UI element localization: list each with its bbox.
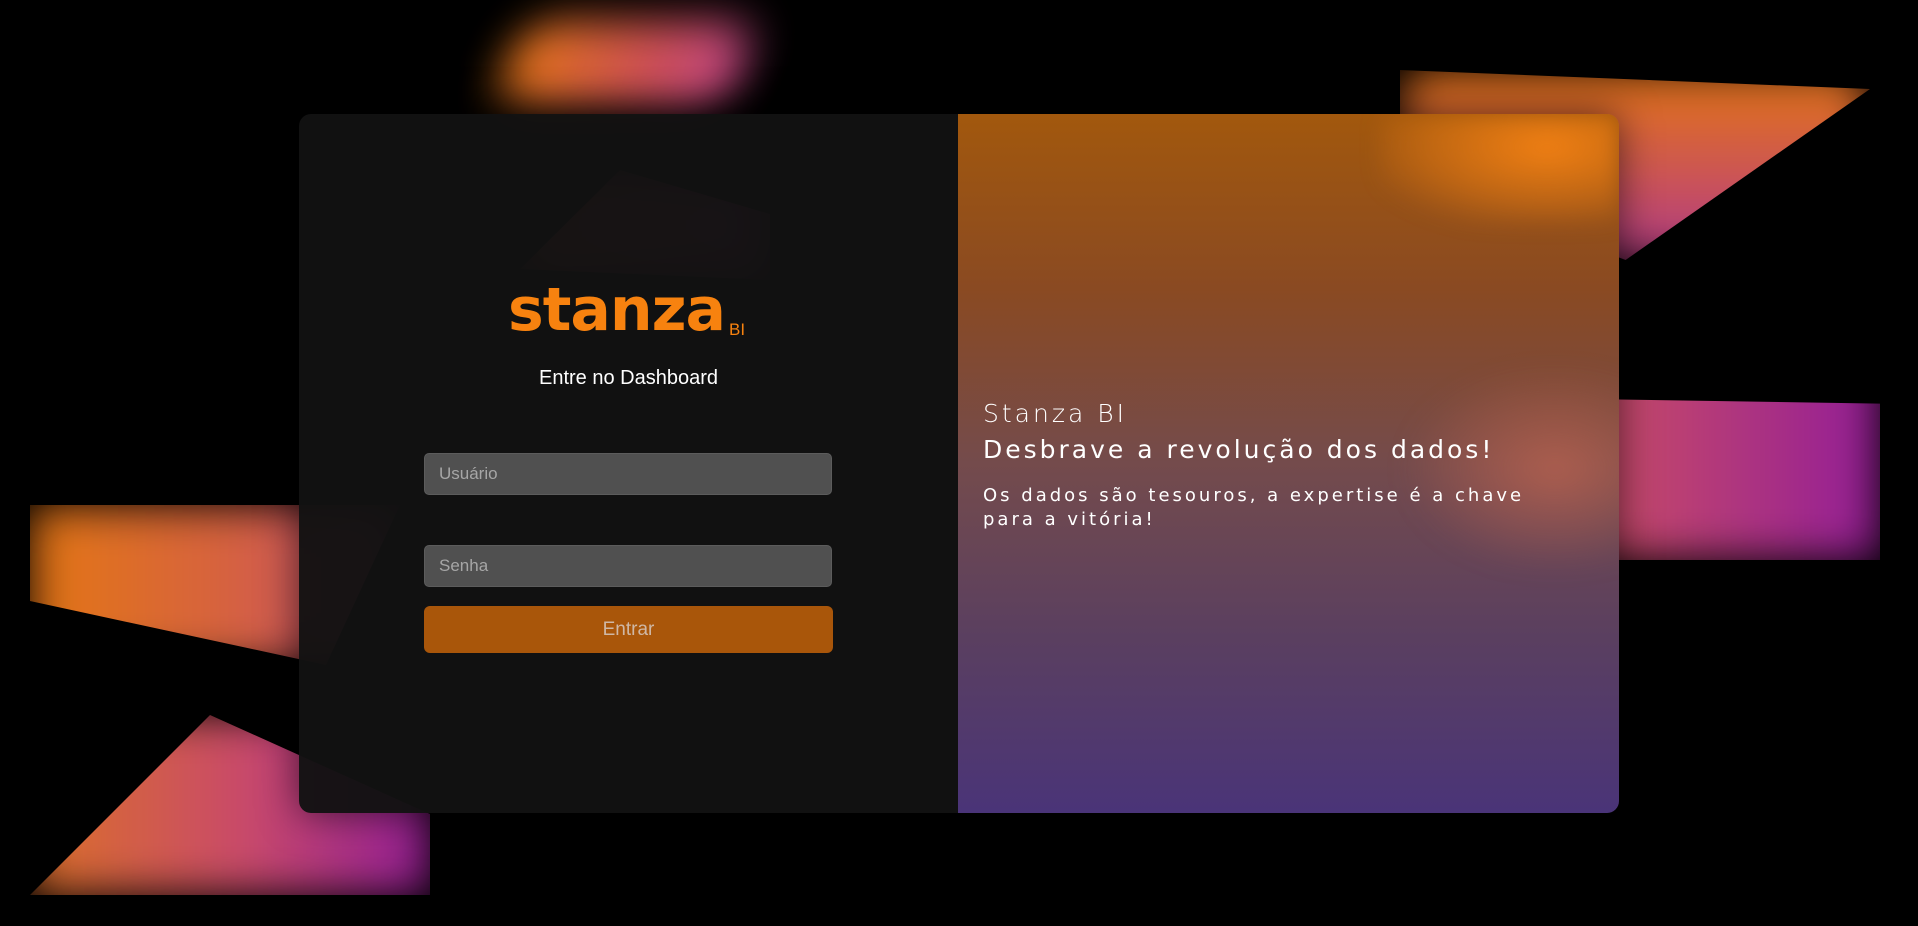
stanza-logo: stanza BI (508, 270, 745, 340)
promo-brand: Stanza BI (983, 399, 1127, 428)
username-input[interactable] (424, 453, 832, 495)
promo-text: Stanza BI Desbrave a revolução dos dados… (983, 396, 1573, 532)
promo-panel: Stanza BI Desbrave a revolução dos dados… (958, 114, 1619, 813)
password-input[interactable] (424, 545, 832, 587)
login-button[interactable]: Entrar (424, 606, 833, 653)
promo-slogan: Desbrave a revolução dos dados! (983, 435, 1495, 464)
login-card: stanza BI Entre no Dashboard Entrar Stan… (299, 114, 1619, 813)
logo-wordmark: stanza (508, 275, 726, 345)
login-panel: stanza BI Entre no Dashboard Entrar (299, 114, 958, 813)
promo-description: Os dados são tesouros, a expertise é a c… (983, 485, 1525, 530)
background-blob (492, 20, 758, 110)
page-background: stanza BI Entre no Dashboard Entrar Stan… (0, 0, 1918, 926)
logo-suffix: BI (729, 320, 746, 339)
decorative-glow (1379, 114, 1619, 224)
login-heading: Entre no Dashboard (538, 367, 718, 389)
